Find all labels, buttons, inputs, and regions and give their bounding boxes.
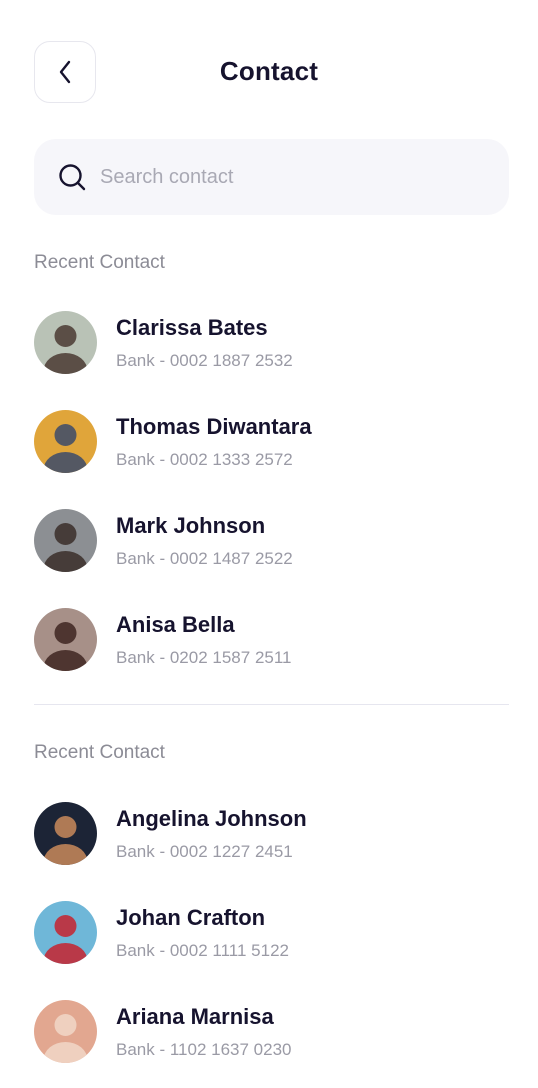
contact-name: Thomas Diwantara xyxy=(116,413,312,439)
contact-info: Ariana Marnisa Bank - 1102 1637 0230 xyxy=(116,1003,292,1060)
contact-item[interactable]: Thomas Diwantara Bank - 0002 1333 2572 xyxy=(34,408,509,474)
avatar xyxy=(34,409,97,473)
avatar xyxy=(34,900,97,964)
contact-account: Bank - 0002 1887 2532 xyxy=(116,350,293,370)
contact-account: Bank - 1102 1637 0230 xyxy=(116,1039,292,1059)
contact-info: Mark Johnson Bank - 0002 1487 2522 xyxy=(116,512,293,569)
contact-info: Anisa Bella Bank - 0202 1587 2511 xyxy=(116,611,292,668)
section-label: Recent Contact xyxy=(34,252,165,273)
contact-account: Bank - 0002 1111 5122 xyxy=(116,940,289,960)
contact-name: Angelina Johnson xyxy=(116,805,307,831)
search-bar[interactable] xyxy=(34,139,509,215)
avatar xyxy=(34,801,97,865)
avatar xyxy=(34,310,97,374)
contact-name: Mark Johnson xyxy=(116,512,266,538)
contact-screen: Contact Recent Contact Clarissa Bates Ban… xyxy=(0,0,538,1088)
contact-item[interactable]: Mark Johnson Bank - 0002 1487 2522 xyxy=(34,507,509,573)
contact-account: Bank - 0002 1333 2572 xyxy=(116,449,293,469)
header: Contact xyxy=(0,0,538,140)
contact-info: Clarissa Bates Bank - 0002 1887 2532 xyxy=(116,314,293,371)
contact-name: Johan Crafton xyxy=(116,904,266,930)
page-title: Contact xyxy=(219,56,319,86)
contact-name: Anisa Bella xyxy=(116,611,235,637)
contact-info: Johan Crafton Bank - 0002 1111 5122 xyxy=(116,904,289,961)
contact-item[interactable]: Anisa Bella Bank - 0202 1587 2511 xyxy=(34,606,509,672)
contact-account: Bank - 0002 1487 2522 xyxy=(116,548,293,568)
contact-info: Thomas Diwantara Bank - 0002 1333 2572 xyxy=(116,413,312,470)
avatar xyxy=(34,999,97,1063)
search-input[interactable] xyxy=(100,165,480,189)
search-icon xyxy=(59,164,86,191)
section-label: Recent Contact xyxy=(34,742,165,763)
contact-item[interactable]: Angelina Johnson Bank - 0002 1227 2451 xyxy=(34,800,509,866)
contact-item[interactable]: Ariana Marnisa Bank - 1102 1637 0230 xyxy=(34,998,509,1064)
contact-account: Bank - 0202 1587 2511 xyxy=(116,647,292,667)
contact-item[interactable]: Clarissa Bates Bank - 0002 1887 2532 xyxy=(34,309,509,375)
contact-account: Bank - 0002 1227 2451 xyxy=(116,841,293,861)
contact-item[interactable]: Johan Crafton Bank - 0002 1111 5122 xyxy=(34,899,509,965)
contact-info: Angelina Johnson Bank - 0002 1227 2451 xyxy=(116,805,307,862)
contact-name: Ariana Marnisa xyxy=(116,1003,274,1029)
divider xyxy=(34,704,509,705)
avatar xyxy=(34,508,97,572)
contact-name: Clarissa Bates xyxy=(116,314,268,340)
avatar xyxy=(34,607,97,671)
